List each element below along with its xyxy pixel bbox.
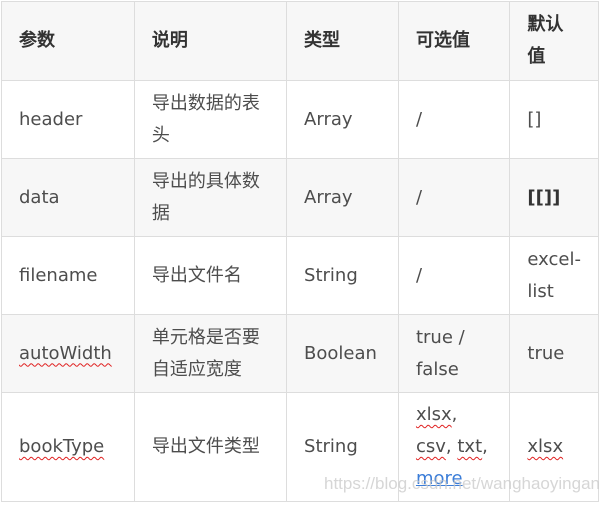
table-row: autoWidth 单元格是否要自适应宽度 Boolean true / fal… <box>1 314 599 393</box>
table-row: data 导出的具体数据 Array / [[]] <box>1 158 599 237</box>
cell-options: / <box>397 80 511 159</box>
params-table: 参数 说明 类型 可选值 默认值 header 导出数据的表头 Array / … <box>1 1 599 502</box>
table-row: bookType 导出文件类型 String xlsx, csv, txt, m… <box>1 392 599 502</box>
header-desc: 说明 <box>133 1 288 81</box>
cell-param: header <box>1 80 135 159</box>
param-text: autoWidth <box>19 342 112 364</box>
header-default: 默认值 <box>509 1 599 81</box>
header-options: 可选值 <box>397 1 511 81</box>
separator: , <box>451 404 458 425</box>
cell-default: [[]] <box>509 158 599 237</box>
default-text: xlsx <box>527 436 564 457</box>
cell-desc: 导出文件类型 <box>133 392 288 502</box>
header-param: 参数 <box>1 1 135 81</box>
cell-default: [] <box>509 80 599 159</box>
option-xlsx: xlsx <box>415 404 452 425</box>
more-link[interactable]: more <box>416 468 463 489</box>
table-row: header 导出数据的表头 Array / [] <box>1 80 599 159</box>
cell-default: true <box>509 314 599 393</box>
option-txt: txt <box>457 436 483 457</box>
cell-type: Array <box>286 158 399 237</box>
param-text: bookType <box>19 436 105 457</box>
cell-default: excel-list <box>509 236 599 315</box>
cell-desc: 导出数据的表头 <box>133 80 288 159</box>
cell-options: true / false <box>397 314 511 393</box>
cell-options: / <box>397 158 511 237</box>
cell-type: Array <box>286 80 399 159</box>
cell-desc: 单元格是否要自适应宽度 <box>133 314 288 393</box>
cell-type: String <box>286 236 399 315</box>
table-row: filename 导出文件名 String / excel-list <box>1 236 599 315</box>
cell-options: xlsx, csv, txt, more <box>397 392 511 502</box>
cell-default: xlsx <box>509 392 599 502</box>
separator: , <box>445 436 458 457</box>
cell-param: data <box>1 158 135 237</box>
cell-type: String <box>286 392 399 502</box>
cell-options: / <box>397 236 511 315</box>
header-type: 类型 <box>286 1 399 81</box>
cell-param: bookType <box>1 392 135 502</box>
cell-type: Boolean <box>286 314 399 393</box>
option-csv: csv <box>415 436 446 457</box>
cell-desc: 导出文件名 <box>133 236 288 315</box>
table-header-row: 参数 说明 类型 可选值 默认值 <box>1 1 599 81</box>
cell-param: filename <box>1 236 135 315</box>
cell-desc: 导出的具体数据 <box>133 158 288 237</box>
cell-param: autoWidth <box>1 314 135 393</box>
separator: , <box>482 436 488 457</box>
